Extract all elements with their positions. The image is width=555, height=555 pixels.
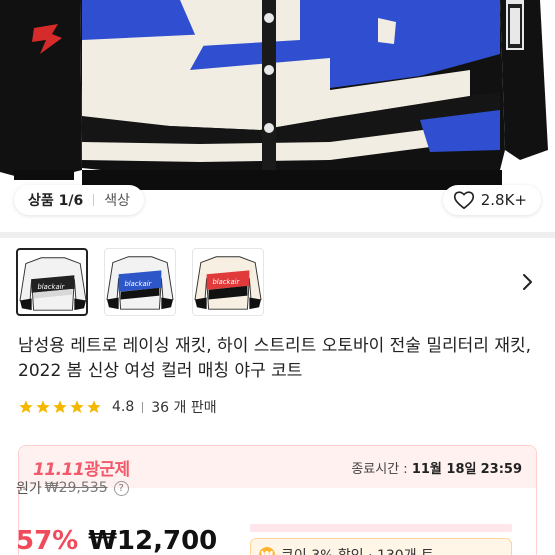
jacket-thumbnail: blackair xyxy=(106,256,174,310)
coupon-decoration xyxy=(250,524,512,532)
like-count: 2.8K+ xyxy=(480,191,527,209)
image-position-tag[interactable]: 상품 1/6 색상 xyxy=(14,185,144,215)
promo-end-time: 종료시간 : 11월 18일 23:59 xyxy=(351,461,522,477)
info-icon[interactable]: ? xyxy=(113,480,129,496)
heart-icon xyxy=(453,191,474,210)
coupon-button[interactable]: ₩ 쿠이 3% 할인 · 130개 트 xyxy=(250,538,512,555)
product-image[interactable]: 상품 1/6 색상 2.8K+ xyxy=(0,0,555,232)
star-icon xyxy=(53,400,67,413)
tag-divider xyxy=(93,194,95,206)
thumbnail-blue[interactable]: blackair xyxy=(104,248,176,316)
original-price: ₩29,535 xyxy=(44,480,108,496)
coin-icon: ₩ xyxy=(259,547,275,555)
coupon-text: 쿠이 3% 할인 · 130개 트 xyxy=(281,545,434,555)
color-thumbnails: blackair blackair blackair xyxy=(16,248,264,316)
image-position-label: 상품 1/6 xyxy=(28,193,84,209)
svg-text:blackair: blackair xyxy=(124,280,152,288)
star-icon xyxy=(87,400,101,413)
sale-price-row: 57% ₩12,700 xyxy=(16,526,217,555)
star-icon xyxy=(36,400,50,413)
product-title: 남성용 레트로 레이싱 재킷, 하이 스트리트 오토바이 전술 밀리터리 재킷,… xyxy=(18,336,532,381)
svg-text:blackair: blackair xyxy=(37,283,65,291)
promo-badge: 11.11광군제 xyxy=(33,459,130,480)
rating-stars xyxy=(18,399,102,415)
section-divider xyxy=(0,232,555,238)
sale-price: ₩12,700 xyxy=(88,526,218,555)
jacket-thumbnail: blackair xyxy=(19,257,86,311)
original-price-label: 원가 xyxy=(16,481,42,497)
sold-count: 36 개 판매 xyxy=(151,400,217,416)
rating-value: 4.8 xyxy=(112,399,135,415)
star-icon xyxy=(70,400,84,413)
color-option-label[interactable]: 색상 xyxy=(104,190,130,210)
like-button[interactable]: 2.8K+ xyxy=(442,185,541,215)
rating-divider xyxy=(142,401,144,413)
rating-row[interactable]: 4.8 36 개 판매 xyxy=(18,397,217,417)
thumbnail-white[interactable]: blackair xyxy=(16,248,88,316)
svg-text:blackair: blackair xyxy=(212,278,240,286)
original-price-row: 원가 ₩29,535 ? xyxy=(16,478,129,498)
discount-percent: 57% xyxy=(16,526,79,555)
jacket-thumbnail: blackair xyxy=(194,256,262,310)
chevron-right-icon[interactable] xyxy=(515,270,539,294)
thumbnail-red[interactable]: blackair xyxy=(192,248,264,316)
star-icon xyxy=(19,400,33,413)
